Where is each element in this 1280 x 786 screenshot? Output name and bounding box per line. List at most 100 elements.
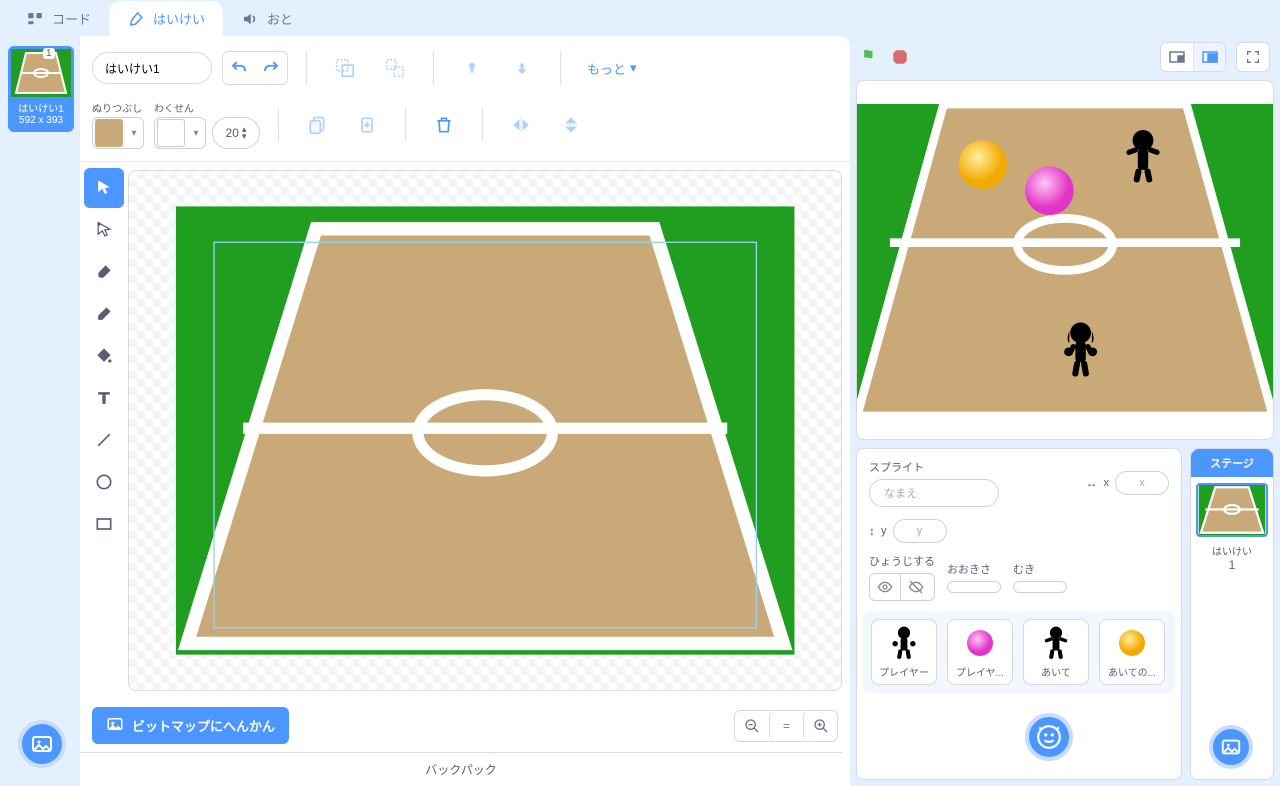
sprite-list: プレイヤー プレイヤ... あいて あいての... [863,611,1175,693]
y-input[interactable]: y [893,519,947,543]
zoom-controls: = [734,710,838,742]
sprite-item-player-ball[interactable]: プレイヤ... [947,619,1013,685]
large-stage-button[interactable] [1193,43,1225,71]
fullscreen-button[interactable] [1237,43,1269,71]
paint-canvas[interactable] [128,170,842,691]
stage-size-controls [1160,42,1226,72]
sound-icon [241,10,259,28]
direction-input[interactable] [1013,581,1067,593]
convert-bitmap-button[interactable]: ビットマップにへんかん [92,707,289,744]
hide-icon [900,574,930,600]
size-label: おおきさ [947,561,1001,577]
tab-sounds-label: おと [267,9,293,28]
outline-label: わくせん [154,100,194,115]
backdrop-artwork [147,184,823,677]
chevron-down-icon: ▾ [125,128,143,139]
group-button[interactable] [325,48,365,88]
stage-header [856,42,1274,72]
chevron-down-icon: ▾ [630,60,637,76]
more-button[interactable]: もっと ▾ [579,55,645,82]
size-input[interactable] [947,581,1001,593]
undo-button[interactable] [223,52,255,84]
tab-code-label: コード [52,9,91,28]
costume-thumbnail[interactable]: 1 はいけい1 592 x 393 [8,46,74,132]
sprite-name: あいて [1041,664,1071,679]
redo-button[interactable] [255,52,287,84]
brush-tool[interactable] [84,252,124,292]
flip-horizontal-button[interactable] [501,105,541,145]
direction-label: むき [1013,561,1067,577]
sprite-item-opponent[interactable]: あいて [1023,619,1089,685]
delete-button[interactable] [424,105,464,145]
editor-tabs: コード はいけい おと [0,0,1280,36]
sprite-thumb [963,626,997,660]
show-label: ひょうじする [869,553,935,569]
sprite-name: あいての... [1108,664,1156,679]
sprite-item-player[interactable]: プレイヤー [871,619,937,685]
stepper-icon: ▴▾ [242,126,247,140]
costume-list: 1 はいけい1 592 x 393 [2,36,80,132]
stage-thumbnail[interactable] [1196,483,1268,537]
add-sprite-fab[interactable] [1025,713,1073,761]
costume-thumb-image [11,49,71,97]
sprite-item-opponent-ball[interactable]: あいての... [1099,619,1165,685]
ungroup-button[interactable] [375,48,415,88]
outline-color-picker[interactable]: ▾ [154,117,206,149]
add-backdrop-fab[interactable] [1209,725,1253,769]
sprite-name: プレイヤー [879,664,929,679]
zoom-in-button[interactable] [803,711,837,741]
sprite-thumb [1039,626,1073,660]
eraser-tool[interactable] [84,294,124,334]
sprite-name: プレイヤ... [956,664,1004,679]
arrows-v-icon: ↕ [869,524,875,538]
show-icon [870,574,900,600]
paste-button[interactable] [347,105,387,145]
outline-width-input[interactable]: 20 ▴▾ [212,117,260,149]
costume-size: 592 x 393 [8,115,74,126]
stage-label: ステージ [1191,449,1273,477]
costume-index: 1 [43,48,55,59]
x-input[interactable]: x [1115,471,1169,495]
backward-button[interactable] [502,48,542,88]
select-tool[interactable] [84,168,124,208]
reshape-tool[interactable] [84,210,124,250]
flip-vertical-button[interactable] [551,105,591,145]
backpack-bar[interactable]: バックパック [80,752,842,786]
convert-label: ビットマップにへんかん [132,716,275,735]
fill-label: ぬりつぶし [92,100,142,115]
stage-selector[interactable]: ステージ はいけい 1 [1190,448,1274,780]
outline-swatch [157,119,185,147]
forward-button[interactable] [452,48,492,88]
stage[interactable] [856,80,1274,440]
zoom-reset-button[interactable]: = [769,711,803,741]
small-stage-button[interactable] [1161,43,1193,71]
zoom-out-button[interactable] [735,711,769,741]
fill-color-picker[interactable]: ▾ [92,117,144,149]
stop-button[interactable] [890,47,910,67]
outline-width-value: 20 [226,126,239,140]
fill-swatch [95,119,123,147]
sprite-thumb [887,626,921,660]
green-flag-button[interactable] [860,47,880,67]
tool-column [80,162,128,699]
costume-name-input[interactable] [92,52,212,84]
x-label: x [1104,477,1110,489]
backdrop-label: はいけい [1212,543,1252,558]
fill-tool[interactable] [84,336,124,376]
chevron-down-icon: ▾ [187,128,205,139]
tab-costumes[interactable]: はいけい [109,1,223,36]
tab-code[interactable]: コード [8,1,109,36]
visibility-toggle[interactable] [869,573,935,601]
copy-button[interactable] [297,105,337,145]
sprite-title: スプライト [869,459,1074,475]
add-costume-fab[interactable] [18,720,66,768]
tab-sounds[interactable]: おと [223,1,311,36]
rect-tool[interactable] [84,504,124,544]
more-label: もっと [587,59,626,78]
tab-costumes-label: はいけい [153,9,205,28]
circle-tool[interactable] [84,462,124,502]
sprite-name-input[interactable]: なまえ [869,479,999,507]
text-tool[interactable] [84,378,124,418]
image-icon [106,715,124,736]
line-tool[interactable] [84,420,124,460]
